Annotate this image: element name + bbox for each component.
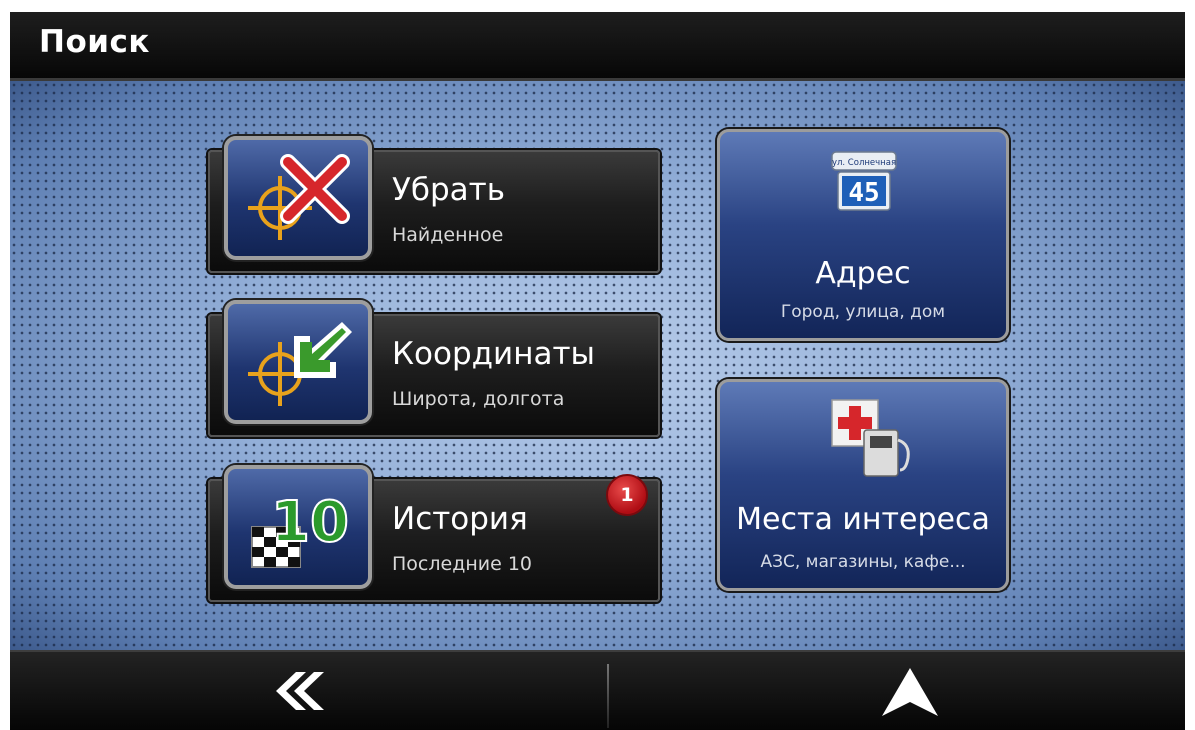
history-label: История — [392, 501, 528, 537]
history-icon: 10 — [224, 465, 372, 589]
title-bar: Поиск — [10, 12, 1185, 81]
coordinates-button[interactable]: Координаты Широта, долгота — [208, 300, 660, 437]
bottom-bar — [10, 650, 1185, 730]
street-sign-icon: ул. Солнечная 45 — [831, 151, 897, 211]
remove-target-icon — [224, 136, 372, 260]
coordinates-icon — [224, 300, 372, 424]
street-sign-name: ул. Солнечная — [832, 158, 896, 168]
address-label: Адрес — [815, 256, 911, 291]
double-chevron-left-icon[interactable] — [272, 672, 324, 710]
coordinates-sublabel: Широта, долгота — [392, 388, 565, 410]
history-count-badge: 1 — [606, 474, 648, 516]
remove-found-button[interactable]: Убрать Найденное — [208, 136, 660, 273]
remove-label: Убрать — [392, 172, 506, 208]
poi-sublabel: АЗС, магазины, кафе... — [760, 552, 966, 572]
search-menu-area: Убрать Найденное Координаты Широта, долг… — [10, 81, 1185, 650]
poi-button[interactable]: Места интереса АЗС, магазины, кафе... — [717, 379, 1009, 591]
page-title: Поиск — [39, 24, 150, 60]
address-sublabel: Город, улица, дом — [780, 302, 946, 322]
bottom-divider — [607, 664, 609, 728]
coordinates-label: Координаты — [392, 336, 595, 372]
history-sublabel: Последние 10 — [392, 553, 533, 575]
house-number: 45 — [848, 178, 879, 208]
poi-label: Места интереса — [736, 502, 990, 537]
poi-icon — [831, 399, 910, 477]
remove-sublabel: Найденное — [392, 224, 504, 246]
address-button[interactable]: ул. Солнечная 45 Адрес Город, улица, дом — [717, 129, 1009, 341]
app-window: Поиск Убрать Найденное Координаты Широта… — [10, 12, 1185, 730]
history-icon-number: 10 — [271, 490, 349, 555]
history-button[interactable]: 10 История Последние 10 — [208, 465, 660, 602]
navigation-arrow-icon[interactable] — [880, 668, 940, 718]
